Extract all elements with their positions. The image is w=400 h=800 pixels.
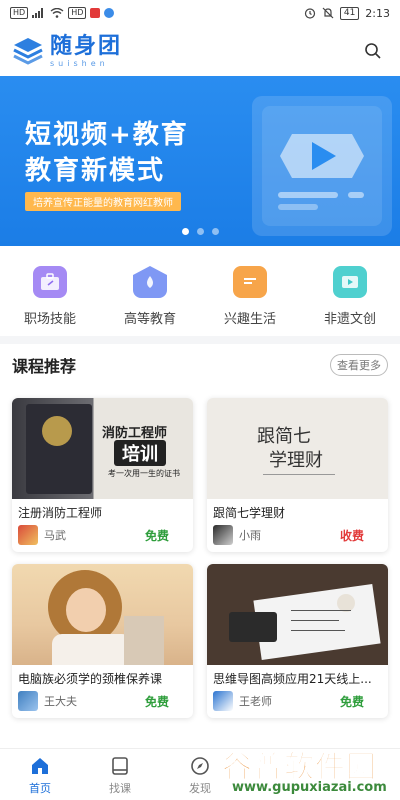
avatar (18, 691, 38, 711)
app-header: 随身团 suishen (0, 26, 400, 76)
thumbnail-caption: 考一次用一生的证书 (108, 469, 180, 478)
category-hobby-life[interactable]: 兴趣生活 (205, 266, 295, 327)
price-tag: 免费 (144, 528, 169, 543)
compass-icon (191, 757, 209, 775)
course-title: 电脑族必须学的颈椎保养课 (18, 672, 163, 686)
notification-icon (90, 8, 101, 18)
thumbnail-caption: 跟简七 (257, 426, 311, 447)
category-label: 高等教育 (123, 312, 176, 327)
category-heritage-culture[interactable]: 非遗文创 (305, 266, 395, 327)
course-thumbnail (12, 564, 193, 665)
avatar (213, 525, 233, 545)
tab-label: 首页 (29, 782, 51, 795)
price-tag: 免费 (339, 694, 364, 709)
category-label: 兴趣生活 (223, 312, 276, 327)
avatar (18, 525, 38, 545)
status-left: HD HD (10, 7, 115, 19)
section-title: 课程推荐 (12, 357, 77, 376)
course-card[interactable]: 消防工程师 培训 考一次用一生的证书 注册消防工程师 马武 免费 (12, 398, 193, 552)
home-icon (32, 758, 48, 774)
signal-icon (32, 8, 44, 18)
clock: 2:13 (365, 6, 390, 20)
hd-badge-2: HD (68, 7, 87, 19)
thumbnail-caption: 培训 (114, 440, 166, 466)
logo-title: 随身团 (50, 33, 123, 59)
battery-indicator: 41 (339, 6, 360, 20)
logo-text: 随身团 suishen (50, 33, 123, 68)
mute-icon (322, 7, 334, 19)
graduation-icon (133, 266, 167, 298)
course-title: 跟简七学理财 (213, 506, 286, 520)
view-more-button[interactable]: 查看更多 (330, 354, 388, 376)
app-logo: 随身团 suishen (12, 33, 123, 68)
price-tag: 免费 (144, 694, 169, 709)
banner-dot-2[interactable] (196, 228, 204, 235)
tab-home[interactable]: 首页 (0, 749, 80, 800)
course-card[interactable]: 电脑族必须学的颈椎保养课 王大夫 免费 (12, 564, 193, 718)
course-title: 思维导图高频应用21天线上... (213, 672, 372, 686)
wifi-icon (50, 8, 64, 18)
tab-find-course[interactable]: 找课 (80, 749, 160, 800)
teacher-name: 王老师 (239, 695, 272, 708)
app-notify-icon (104, 8, 115, 18)
status-right: 41 2:13 (304, 6, 390, 20)
banner-subtitle: 培养宣传正能量的教育网红教师 (25, 192, 181, 211)
price-tag: 收费 (339, 528, 364, 543)
category-row: 职场技能 高等教育 兴趣生活 非遗文创 (0, 266, 400, 327)
banner-title-line1: 短视频+教育 (25, 120, 189, 150)
thumbnail-caption: 消防工程师 (102, 426, 168, 441)
thumbnail-caption: 学理财 (269, 450, 323, 471)
banner-dot-1[interactable] (181, 228, 189, 235)
tab-label: 找课 (109, 782, 131, 795)
course-meta: 王大夫 免费 (12, 687, 193, 715)
teacher-name: 小雨 (239, 529, 261, 542)
category-higher-education[interactable]: 高等教育 (105, 266, 195, 327)
status-bar: HD HD 41 2:13 (0, 0, 400, 26)
course-title: 注册消防工程师 (18, 506, 103, 520)
document-icon (233, 266, 267, 298)
briefcase-icon (33, 266, 67, 298)
search-button[interactable] (358, 36, 388, 66)
course-card[interactable]: 跟简七 学理财 跟简七学理财 小雨 收费 (207, 398, 388, 552)
book-icon (112, 757, 128, 775)
category-label: 职场技能 (23, 312, 76, 327)
teacher-name: 王大夫 (44, 695, 77, 708)
course-meta: 马武 免费 (12, 521, 193, 549)
teacher-name: 马武 (44, 529, 66, 542)
course-section-header: 课程推荐 查看更多 (12, 350, 388, 380)
search-icon (365, 43, 381, 59)
banner-pagination[interactable] (0, 228, 400, 235)
watermark-url: www.gupuxiazai.com (232, 780, 387, 795)
course-card[interactable]: 思维导图高频应用21天线上... 王老师 免费 (207, 564, 388, 718)
course-meta: 王老师 免费 (207, 687, 388, 715)
category-career-skills[interactable]: 职场技能 (5, 266, 95, 327)
section-divider (0, 336, 400, 344)
hd-badge: HD (10, 7, 29, 19)
category-label: 非遗文创 (323, 312, 376, 327)
site-watermark: 谷普软件园 www.gupuxiazai.com (222, 742, 400, 800)
avatar (213, 691, 233, 711)
banner-video-illustration (252, 96, 392, 236)
course-meta: 小雨 收费 (207, 521, 388, 549)
course-thumbnail: 跟简七 学理财 (207, 398, 388, 499)
promo-banner[interactable]: 短视频+教育 教育新模式 培养宣传正能量的教育网红教师 (0, 76, 400, 246)
alarm-icon (304, 8, 315, 19)
banner-dot-3[interactable] (211, 228, 219, 235)
banner-title-line2: 教育新模式 (25, 156, 166, 186)
course-thumbnail: 消防工程师 培训 考一次用一生的证书 (12, 398, 193, 499)
logo-mark-icon (12, 36, 44, 66)
play-screen-icon (333, 266, 367, 298)
course-thumbnail (207, 564, 388, 665)
tab-label: 发现 (189, 782, 211, 795)
logo-subtitle: suishen (50, 58, 109, 68)
